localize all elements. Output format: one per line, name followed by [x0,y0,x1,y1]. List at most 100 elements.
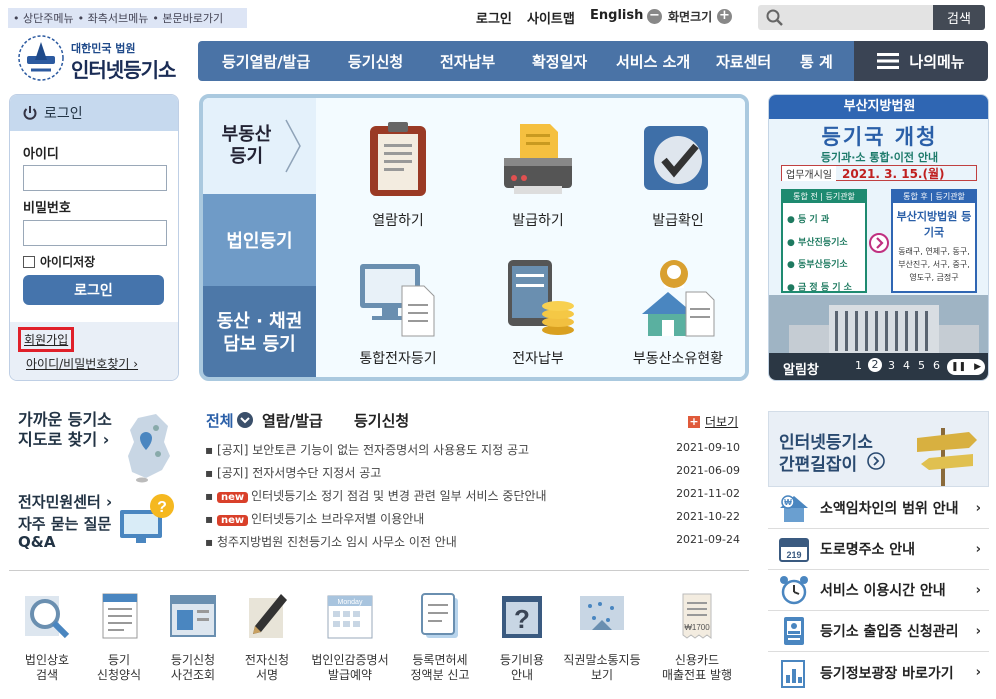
banner-page-4[interactable]: 4 [903,359,910,372]
notice-item[interactable]: ▪ 청주지방법원 진천등기소 임시 사무소 이전 안내 2021-09-24 [205,533,740,550]
quick-corp-name-search[interactable]: 법인상호 검색 [9,590,85,684]
quick-registry-forms[interactable]: 등기 신청양식 [81,590,157,684]
nav-item-confirm-date[interactable]: 확정일자 [532,51,587,72]
category-movable-asset[interactable]: 동산 · 채권 담보 등기 [203,286,316,377]
notice-date: 2021-10-22 [676,510,740,523]
site-logo[interactable]: 대한민국 법원 인터넷등기소 [13,30,193,86]
right-link-label: 서비스 이용시간 안내 [820,583,946,599]
banner-before-list: ● 등 기 과 ● 부산진등기소 ● 동부산등기소 ● 금 정 등 기 소 [787,215,852,293]
quick-card-receipt[interactable]: ₩1700 신용카드 매출전표 발행 [652,590,742,684]
quick-registry-cost[interactable]: ? 등기비용 안내 [484,590,560,684]
chevron-right-icon: › [975,541,981,557]
right-link-road-address[interactable]: 219 도로명주소 안내 › [768,529,989,570]
service-integrated-e-registry[interactable]: 통합전자등기 [328,258,468,368]
login-button[interactable]: 로그인 [23,275,164,305]
skip-link-sub[interactable]: • 좌측서브메뉴 [78,10,149,26]
new-badge: new [216,492,249,503]
notice-banner[interactable]: 부산지방법원 등기국 개청 등기과·소 통합·이전 안내 업무개시일 2021.… [768,94,989,381]
util-english-link[interactable]: English [590,8,643,23]
notice-more-link[interactable]: 더보기 [705,413,738,430]
signup-link[interactable]: 회원가입 [18,327,75,352]
banner-controls: ❚❚ ▶ [947,359,985,375]
notice-item[interactable]: ▪ [공지] 보안토큰 기능이 없는 전자증명서의 사용용도 지정 공고 2021… [205,441,740,458]
pause-icon[interactable]: ❚❚ [951,362,966,372]
banner-page-5[interactable]: 5 [918,359,925,372]
service-issue-label: 발급하기 [512,213,564,229]
service-issue-confirm[interactable]: 발급확인 [608,120,745,230]
quick-label-line2: 보기 [590,668,614,683]
banner-title: 등기국 개청 [821,125,938,149]
find-account-link[interactable]: 아이디/비밀번호찾기 › [26,355,138,372]
save-id-option[interactable]: 아이디저장 [23,253,95,270]
password-input[interactable] [23,220,167,246]
svg-text:?: ? [514,604,530,634]
notice-item[interactable]: ▪ new 인터넷등기소 정기 점검 및 변경 관련 일부 서비스 중단안내 202… [205,487,740,504]
quick-seal-certificate[interactable]: Monday 법인인감증명서 발급예약 [305,590,395,684]
chevron-down-icon [237,412,253,428]
banner-page-1[interactable]: 1 [855,359,862,372]
quick-registration-tax[interactable]: 등록면허세 정액분 신고 [401,590,479,684]
near-office-link[interactable]: 가까운 등기소 지도로 찾기 › [18,410,128,450]
banner-label: 알림창 [783,363,819,378]
nav-item-data-center[interactable]: 자료센터 [716,51,771,72]
right-link-small-tenant[interactable]: ₩ 소액임차인의 범위 안내 › [768,488,989,529]
logo-title: 인터넷등기소 [71,58,176,82]
checkmark-icon [644,126,708,190]
service-e-payment[interactable]: 전자납부 [468,258,608,368]
notice-item[interactable]: ▪ [공지] 전자서명수단 지정서 공고 2021-06-09 [205,464,740,481]
service-issue[interactable]: 발급하기 [468,120,608,230]
util-sitemap-link[interactable]: 사이트맵 [527,8,575,27]
nav-item-view-issue[interactable]: 등기열람/발급 [222,51,310,72]
skip-link-main[interactable]: • 상단주메뉴 [13,10,74,26]
login-header: 로그인 [10,95,178,131]
right-link-data-plaza[interactable]: 등기정보광장 바로가기 › [768,652,989,693]
service-view[interactable]: 열람하기 [328,120,468,230]
right-link-access-pass[interactable]: 등기소 출입증 신청관리 › [768,611,989,652]
notice-tab-view-issue[interactable]: 열람/발급 [262,410,323,431]
my-menu-button[interactable]: 나의메뉴 [854,41,988,81]
search-button[interactable]: 검색 [933,5,985,30]
category-corporation[interactable]: 법인등기 [203,194,316,286]
zip-icon-text: 219 [786,550,801,560]
banner-page-3[interactable]: 3 [888,359,895,372]
nav-item-apply[interactable]: 등기신청 [348,51,403,72]
zoom-in-icon[interactable]: + [717,9,732,24]
search-input[interactable] [758,5,933,30]
notice-tab-apply[interactable]: 등기신청 [354,410,409,431]
alarm-clock-icon [780,576,808,605]
nav-item-epay[interactable]: 전자납부 [440,51,495,72]
faq-link[interactable]: 자주 묻는 질문 Q&A [18,515,128,551]
skip-link-content[interactable]: • 본문바로가기 [152,10,223,26]
right-link-service-hours[interactable]: 서비스 이용시간 안내 › [768,570,989,611]
notice-tab-all[interactable]: 전체 [206,410,234,431]
calendar-icon-text: Monday [338,599,363,606]
id-input[interactable] [23,165,167,191]
category-real-estate[interactable]: 부동산 등기 [203,98,316,194]
svg-text:?: ? [157,499,167,516]
quick-e-signature[interactable]: 전자신청 서명 [229,590,305,684]
quick-cancellation-notice[interactable]: 직권말소통지등 보기 [557,590,647,684]
quick-case-inquiry[interactable]: 등기신청 사건조회 [155,590,231,684]
service-icons: 열람하기 발급하기 발급확인 통합전자등기 전자납부 부동산소유현황 [316,98,745,377]
save-id-label: 아이디저장 [40,255,96,269]
right-link-label: 등기정보광장 바로가기 [820,665,954,682]
banner-court: 부산지방법원 [769,95,988,119]
play-icon[interactable]: ▶ [974,362,981,372]
save-id-checkbox[interactable] [23,255,35,268]
nav-item-service-intro[interactable]: 서비스 소개 [616,51,690,72]
id-label: 아이디 [23,147,59,162]
notice-date: 2021-11-02 [676,487,740,500]
quick-label-line1: 등기비용 [499,652,545,667]
nav-item-statistics[interactable]: 통 계 [800,51,833,72]
service-property-ownership[interactable]: 부동산소유현황 [608,258,745,368]
notice-item[interactable]: ▪ new 인터넷등기소 브라우저별 이용안내 2021-10-22 [205,510,740,527]
banner-page-6[interactable]: 6 [933,359,940,372]
util-login-link[interactable]: 로그인 [476,8,512,27]
zoom-out-icon[interactable]: − [647,9,662,24]
notice-title: [공지] 전자서명수단 지정서 공고 [216,466,382,480]
civil-center-link[interactable]: 전자민원센터 › [18,491,112,512]
main-navigation: 등기열람/발급 등기신청 전자납부 확정일자 서비스 소개 자료센터 통 계 [198,41,854,81]
easy-guide-banner[interactable]: 인터넷등기소 간편길잡이 [768,411,989,487]
help-monitor-icon: ? [120,494,174,543]
banner-page-2[interactable]: 2 [868,358,882,372]
